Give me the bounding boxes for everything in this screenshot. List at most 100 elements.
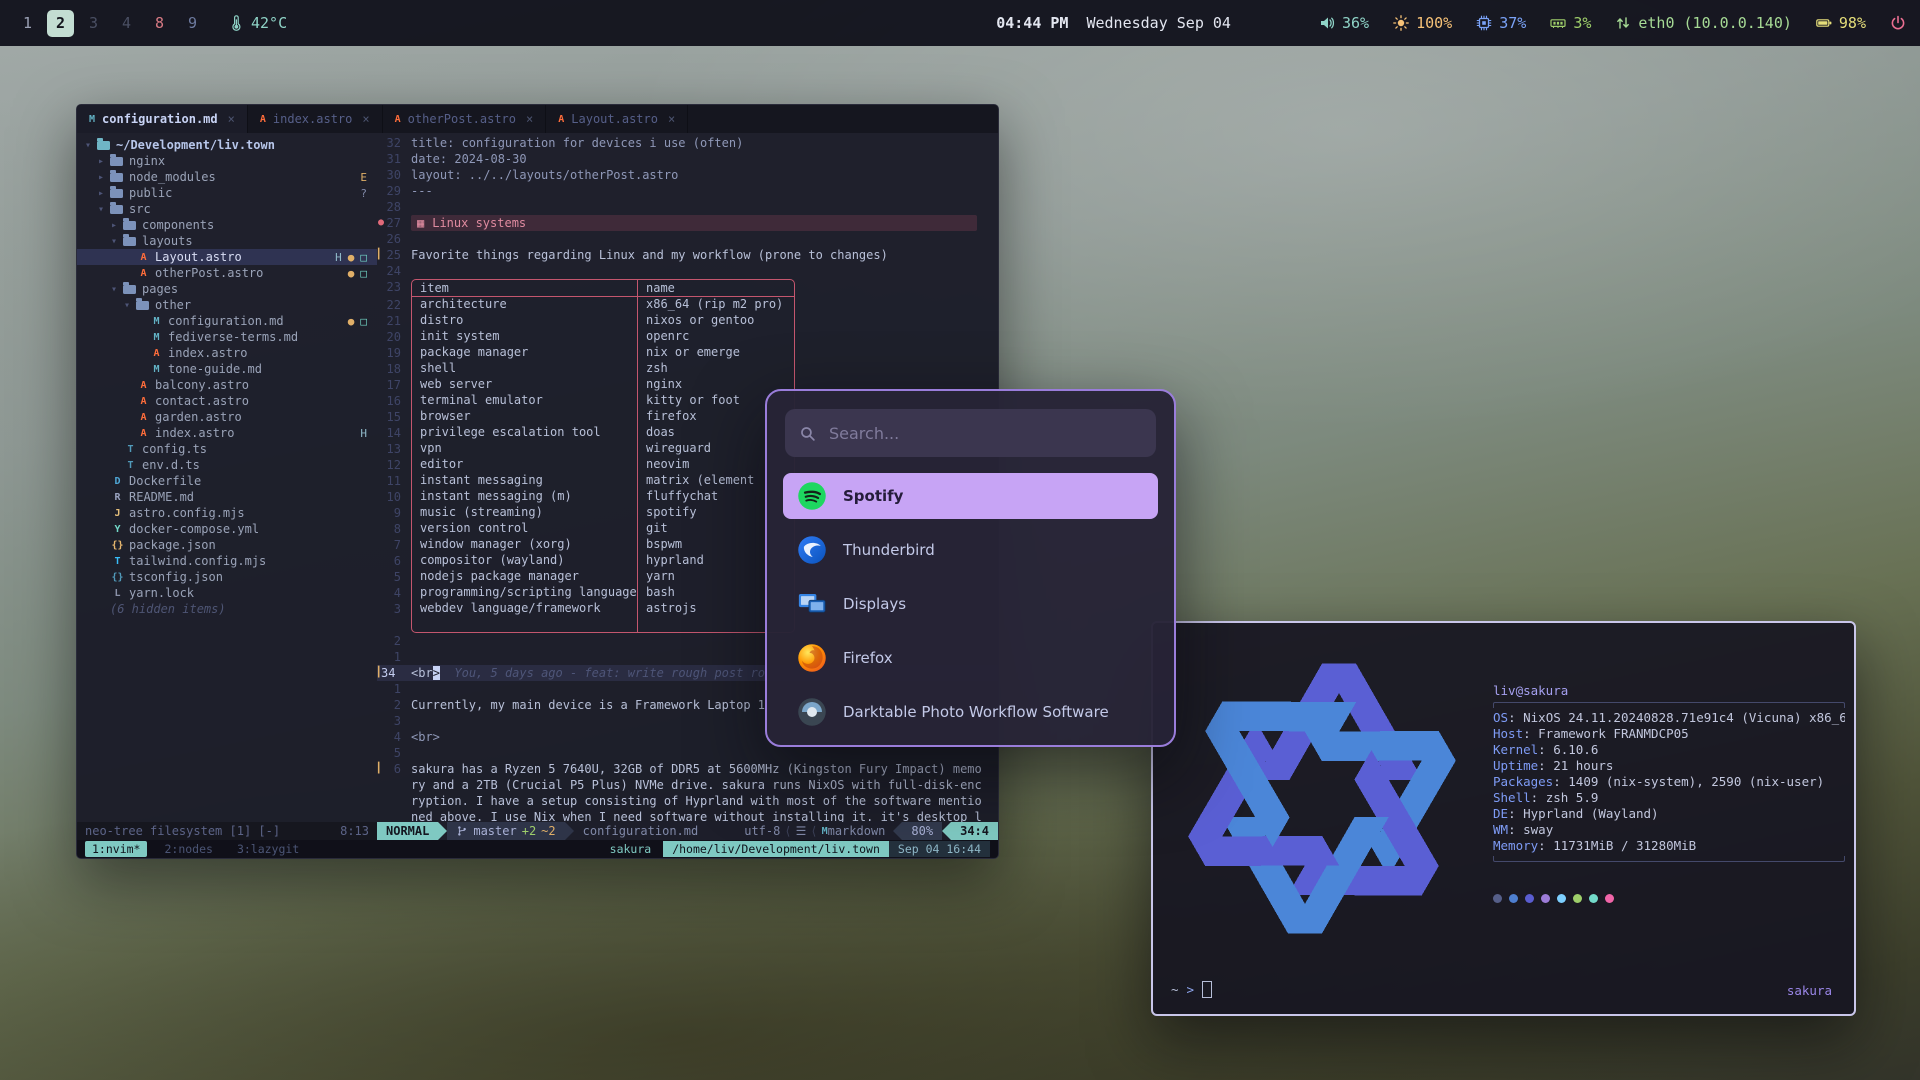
tree-item-src[interactable]: ▾src (77, 201, 377, 217)
buffer-line[interactable]: 29--- (377, 183, 998, 199)
palette-dot (1541, 894, 1550, 903)
tree-item-config.ts[interactable]: Tconfig.ts (77, 441, 377, 457)
tmux-window-3:lazygit[interactable]: 3:lazygit (230, 841, 306, 857)
buffer-line[interactable]: 21distronixos or gentoo (377, 313, 998, 329)
tree-item-tsconfig.json[interactable]: {}tsconfig.json (77, 569, 377, 585)
tree-item-docker-compose.yml[interactable]: Ydocker-compose.yml (77, 521, 377, 537)
tree-root-label: ~/Development/liv.town (116, 138, 275, 152)
tree-item-balcony.astro[interactable]: Abalcony.astro (77, 377, 377, 393)
chevron-right-icon: ▸ (111, 220, 123, 231)
tab-close-icon[interactable]: × (362, 112, 369, 126)
buffer-line[interactable]: 18shellzsh (377, 361, 998, 377)
astro-file-icon: A (260, 114, 266, 125)
line-content: layout: ../../layouts/otherPost.astro (411, 167, 998, 183)
tree-item-README.md[interactable]: RREADME.md (77, 489, 377, 505)
tab-configuration.md[interactable]: Mconfiguration.md× (77, 105, 248, 133)
workspace-button-9[interactable]: 9 (179, 10, 206, 37)
launcher-item-Thunderbird[interactable]: Thunderbird (783, 527, 1158, 573)
tab-Layout.astro[interactable]: ALayout.astro× (546, 105, 688, 133)
buffer-line[interactable]: 5 (377, 745, 998, 761)
tree-item-yarn.lock[interactable]: Lyarn.lock (77, 585, 377, 601)
tree-item-label: fediverse-terms.md (168, 330, 298, 344)
launcher-item-Displays[interactable]: Displays (783, 581, 1158, 627)
statusline-right: utf-8⟨☰⟨Mmarkdown80%34:4 (744, 822, 998, 840)
line-number: 15 (377, 409, 411, 425)
tree-item-astro.config.mjs[interactable]: Jastro.config.mjs (77, 505, 377, 521)
tab-close-icon[interactable]: × (668, 112, 675, 126)
workspace-button-2[interactable]: 2 (47, 10, 74, 37)
module-volume[interactable]: 36% (1319, 14, 1369, 32)
tree-item-fediverse-terms.md[interactable]: Mfediverse-terms.md (77, 329, 377, 345)
list-icon: ☰ (796, 824, 807, 838)
shell-prompt[interactable]: ~ > (1171, 981, 1212, 998)
tree-item-pages[interactable]: ▾pages (77, 281, 377, 297)
tmux-window-2:nodes[interactable]: 2:nodes (157, 841, 219, 857)
tree-item-nginx[interactable]: ▸nginx (77, 153, 377, 169)
buffer-line[interactable]: ▎6sakura has a Ryzen 5 7640U, 32GB of DD… (377, 761, 998, 822)
launcher-search-input[interactable] (827, 423, 1142, 444)
buffer-line[interactable]: 31date: 2024-08-30 (377, 151, 998, 167)
tree-item-otherPost.astro[interactable]: AotherPost.astro●□ (77, 265, 377, 281)
table-cell-empty (412, 617, 638, 632)
module-cpu[interactable]: 37% (1476, 14, 1526, 32)
buffer-line[interactable]: 19package managernix or emerge (377, 345, 998, 361)
tree-item-components[interactable]: ▸components (77, 217, 377, 233)
module-memory[interactable]: 3% (1550, 14, 1591, 32)
tree-item-tailwind.config.mjs[interactable]: Ttailwind.config.mjs (77, 553, 377, 569)
buffer-line[interactable]: ●27▦Linux systems (377, 215, 998, 231)
git-branch-name: master (473, 824, 516, 838)
tab-otherPost.astro[interactable]: AotherPost.astro× (383, 105, 547, 133)
tree-item-node_modules[interactable]: ▸node_modulesE (77, 169, 377, 185)
buffer-line[interactable]: 26 (377, 231, 998, 247)
module-network[interactable]: eth0 (10.0.0.140) (1615, 14, 1792, 32)
buffer-line[interactable]: 32title: configuration for devices i use… (377, 135, 998, 151)
buffer-line[interactable]: 22architecturex86_64 (rip m2 pro) (377, 297, 998, 313)
tree-item-layouts[interactable]: ▾layouts (77, 233, 377, 249)
fetch-label: WM (1493, 822, 1508, 837)
table-row: instant messagingmatrix (element (411, 473, 795, 489)
buffer-line[interactable]: 24 (377, 263, 998, 279)
launcher-item-Firefox[interactable]: Firefox (783, 635, 1158, 681)
tree-item-tone-guide.md[interactable]: Mtone-guide.md (77, 361, 377, 377)
fetch-value: : zsh 5.9 (1531, 790, 1599, 805)
tree-item-configuration.md[interactable]: Mconfiguration.md●□ (77, 313, 377, 329)
workspace-button-4[interactable]: 4 (113, 10, 140, 37)
tree-item-env.d.ts[interactable]: Tenv.d.ts (77, 457, 377, 473)
module-power[interactable] (1890, 15, 1906, 31)
workspace-button-3[interactable]: 3 (80, 10, 107, 37)
tree-item-(6 hidden items)[interactable]: (6 hidden items) (77, 601, 377, 617)
astro-file-icon: A (149, 348, 164, 359)
tab-close-icon[interactable]: × (526, 112, 533, 126)
launcher-item-Darktable Photo Workflow Software[interactable]: Darktable Photo Workflow Software (783, 689, 1158, 735)
tree-item-label: garden.astro (155, 410, 242, 424)
line-number: 4 (377, 585, 411, 601)
neo-tree-sidebar[interactable]: ▾~/Development/liv.town▸nginx▸node_modul… (77, 133, 377, 822)
table-row: privilege escalation tooldoas (411, 425, 795, 441)
workspace-button-1[interactable]: 1 (14, 10, 41, 37)
tree-item-index.astro[interactable]: Aindex.astroH (77, 425, 377, 441)
tree-item-other[interactable]: ▾other (77, 297, 377, 313)
tree-item-Layout.astro[interactable]: ALayout.astroH●□ (77, 249, 377, 265)
tmux-window-1:nvim*[interactable]: 1:nvim* (85, 841, 147, 857)
module-battery[interactable]: 98% (1816, 14, 1866, 32)
tab-index.astro[interactable]: Aindex.astro× (248, 105, 383, 133)
fetch-terminal-window[interactable]: liv@sakura OS: NixOS 24.11.20240828.71e9… (1151, 621, 1856, 1016)
table-row: architecturex86_64 (rip m2 pro) (411, 297, 795, 313)
buffer-line[interactable]: 23itemname (377, 279, 998, 297)
tree-item-index.astro[interactable]: Aindex.astro (77, 345, 377, 361)
tree-item-package.json[interactable]: {}package.json (77, 537, 377, 553)
tab-close-icon[interactable]: × (228, 112, 235, 126)
tree-item-contact.astro[interactable]: Acontact.astro (77, 393, 377, 409)
tree-item-public[interactable]: ▸public? (77, 185, 377, 201)
buffer-line[interactable]: 30layout: ../../layouts/otherPost.astro (377, 167, 998, 183)
tree-item-Dockerfile[interactable]: DDockerfile (77, 473, 377, 489)
tree-root[interactable]: ▾~/Development/liv.town (77, 137, 377, 153)
launcher-item-Spotify[interactable]: Spotify (783, 473, 1158, 519)
module-brightness[interactable]: 100% (1393, 14, 1452, 32)
buffer-line[interactable]: ▎25Favorite things regarding Linux and m… (377, 247, 998, 263)
tree-item-garden.astro[interactable]: Agarden.astro (77, 409, 377, 425)
buffer-line[interactable]: 20init systemopenrc (377, 329, 998, 345)
workspace-button-8[interactable]: 8 (146, 10, 173, 37)
buffer-line[interactable]: 28 (377, 199, 998, 215)
launcher-search[interactable] (785, 409, 1156, 457)
